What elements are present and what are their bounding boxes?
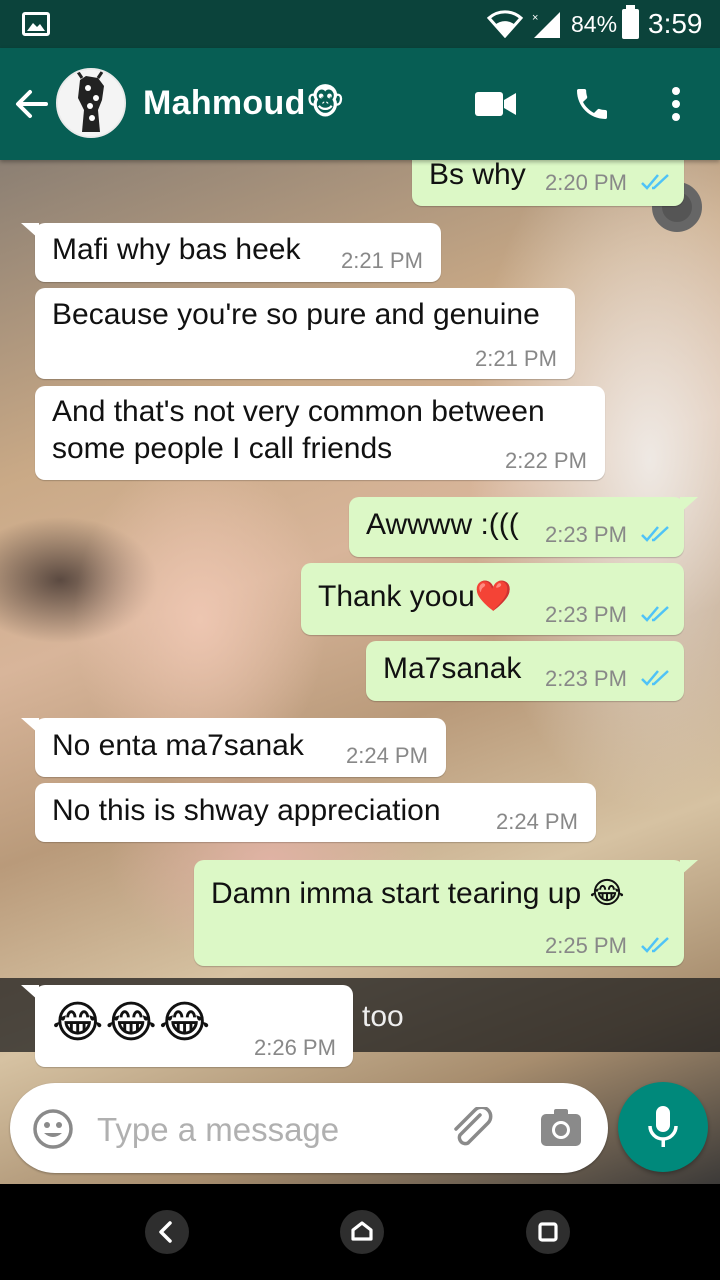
message-time: 2:24 PM — [496, 809, 578, 834]
wallpaper-caption: too — [362, 1000, 404, 1033]
svg-text:×: × — [532, 12, 538, 24]
double-check-icon — [641, 670, 669, 686]
message-time: 2:25 PM — [545, 933, 627, 958]
mic-button[interactable] — [618, 1082, 708, 1172]
message-time: 2:26 PM — [254, 1035, 336, 1060]
battery-percent: 84% — [571, 11, 618, 37]
camera-icon[interactable] — [540, 1109, 582, 1147]
message-time: 2:23 PM — [545, 666, 627, 691]
double-check-icon — [641, 526, 669, 542]
message-text: Damn imma start tearing up 😂 — [211, 877, 625, 910]
message-outgoing[interactable]: Bs why 2:20 PM — [412, 160, 684, 206]
double-check-icon — [641, 606, 669, 622]
message-time: 2:20 PM — [545, 170, 627, 195]
more-vert-icon[interactable] — [668, 86, 684, 122]
battery-icon — [622, 5, 639, 39]
message-outgoing[interactable]: Damn imma start tearing up 😂 2:25 PM — [194, 860, 698, 966]
message-text: 😂😂😂 — [52, 998, 213, 1047]
back-arrow-icon[interactable] — [14, 86, 50, 122]
wifi-icon — [487, 10, 523, 38]
gallery-icon — [22, 12, 50, 36]
message-text: No this is shway appreciation — [52, 794, 441, 827]
message-text: No enta ma7sanak — [52, 729, 304, 762]
message-time: 2:23 PM — [545, 602, 627, 627]
message-incoming[interactable]: No this is shway appreciation 2:24 PM — [35, 783, 596, 842]
message-incoming[interactable]: Because you're so pure and genuine 2:21 … — [35, 288, 575, 379]
message-text: Because you're so pure and genuine — [52, 298, 540, 331]
system-nav-bar — [0, 1184, 720, 1280]
message-outgoing[interactable]: Thank yoou❤️ 2:23 PM — [301, 563, 684, 635]
chat-header: Mahmoud🐵 — [0, 48, 720, 160]
message-incoming[interactable]: Mafi why bas heek 2:21 PM — [21, 223, 441, 282]
message-outgoing[interactable]: Awwww :((( 2:23 PM — [349, 497, 698, 557]
message-text: Awwww :((( — [366, 508, 519, 541]
message-text-line-1: And that's not very common between — [52, 395, 545, 428]
message-time: 2:22 PM — [505, 448, 587, 473]
double-check-icon — [641, 174, 669, 190]
message-incoming[interactable]: 😂😂😂 2:26 PM — [21, 985, 353, 1067]
message-composer: Type a message — [10, 1083, 608, 1173]
clock: 3:59 — [648, 8, 703, 39]
message-incoming[interactable]: No enta ma7sanak 2:24 PM — [21, 718, 446, 777]
attach-icon[interactable] — [450, 1107, 494, 1147]
nav-recents-icon[interactable] — [526, 1210, 570, 1254]
message-incoming[interactable]: And that's not very common between some … — [35, 386, 605, 480]
message-text-line-2: some people I call friends — [52, 432, 393, 465]
avatar[interactable] — [56, 68, 126, 138]
message-text: Mafi why bas heek — [52, 233, 301, 266]
message-time: 2:21 PM — [475, 346, 557, 371]
message-time: 2:24 PM — [346, 743, 428, 768]
double-check-icon — [641, 937, 669, 953]
mic-icon — [648, 1106, 678, 1147]
status-bar: × 84% 3:59 — [0, 0, 720, 48]
signal-icon: × — [532, 12, 560, 38]
nav-back-icon[interactable] — [145, 1210, 189, 1254]
message-time: 2:23 PM — [545, 522, 627, 547]
message-text: Thank yoou❤️ — [318, 580, 513, 613]
emoji-icon[interactable] — [32, 1108, 74, 1150]
contact-name[interactable]: Mahmoud🐵 — [143, 83, 345, 123]
video-call-icon[interactable] — [474, 90, 518, 118]
message-outgoing[interactable]: Ma7sanak 2:23 PM — [366, 641, 684, 701]
message-input[interactable]: Type a message — [97, 1111, 339, 1149]
message-time: 2:21 PM — [341, 248, 423, 273]
phone-icon[interactable] — [572, 84, 612, 124]
nav-home-icon[interactable] — [340, 1210, 384, 1254]
message-text: Ma7sanak — [383, 652, 522, 685]
message-text: Bs why — [429, 160, 526, 191]
chat-wallpaper: too Bs why 2:20 PM Mafi why bas heek 2:2… — [0, 160, 720, 1184]
